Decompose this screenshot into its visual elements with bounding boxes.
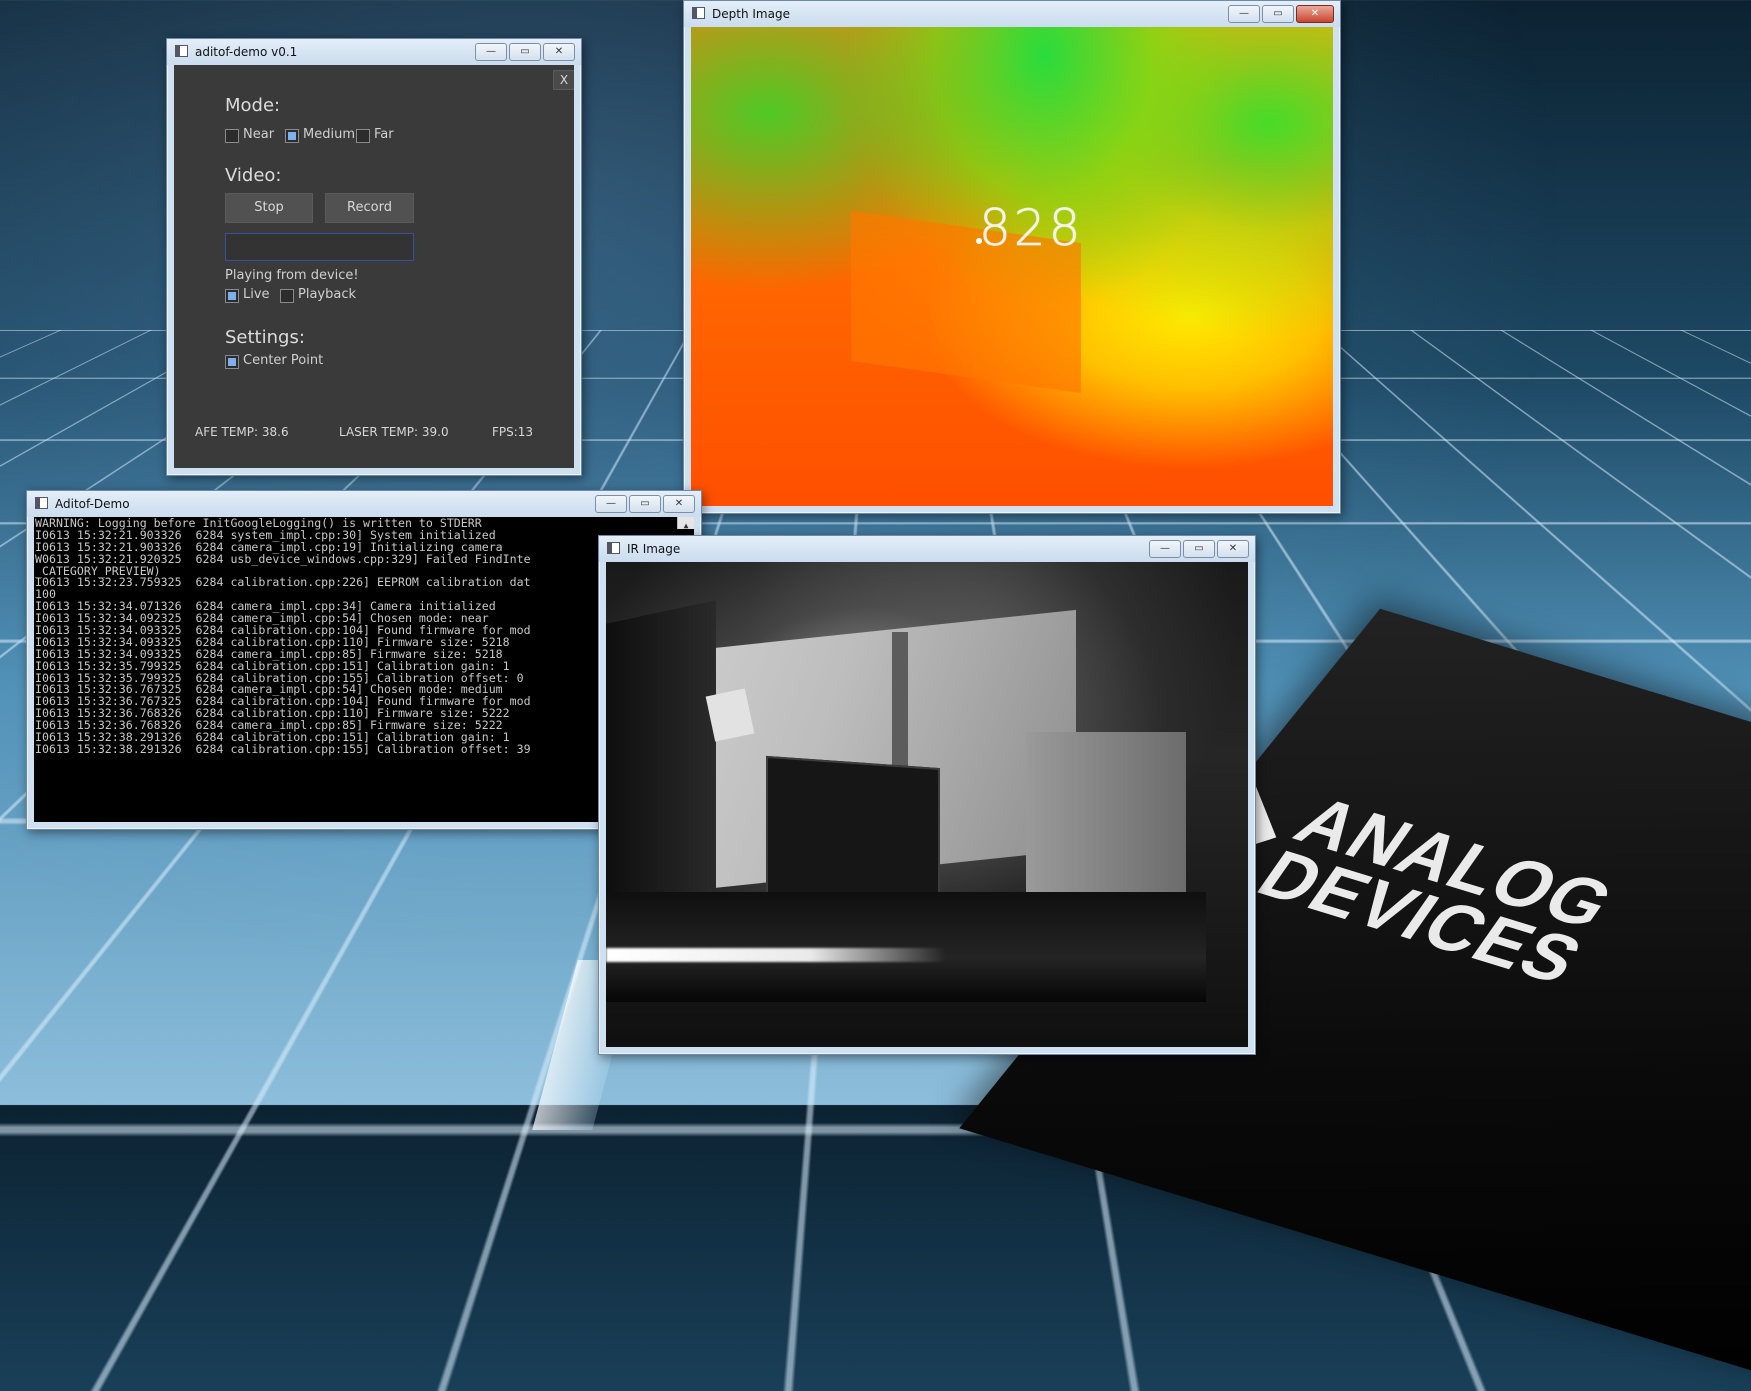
window-app-icon xyxy=(692,7,705,19)
depth-titlebar[interactable]: Depth Image — ▭ ✕ xyxy=(684,1,1340,27)
minimize-button[interactable]: — xyxy=(1228,5,1260,23)
ir-monitor-pole-shape xyxy=(892,632,908,782)
playback-label[interactable]: Playback xyxy=(298,287,356,302)
playback-status-text: Playing from device! xyxy=(225,268,359,283)
depth-window[interactable]: Depth Image — ▭ ✕ 828 xyxy=(683,0,1341,514)
console-output[interactable]: ▲ WARNING: Logging before InitGoogleLoggi… xyxy=(34,517,694,822)
fps-readout: FPS:13 xyxy=(492,425,534,439)
mode-medium-checkbox[interactable] xyxy=(285,129,299,143)
close-button[interactable]: ✕ xyxy=(1296,5,1334,23)
window-title: IR Image xyxy=(627,542,681,556)
window-title: Depth Image xyxy=(712,7,790,21)
mode-near-label[interactable]: Near xyxy=(243,127,274,142)
ir-desk-shape xyxy=(606,892,1206,1002)
record-button[interactable]: Record xyxy=(325,193,414,223)
console-line: I0613 15:32:23.759325 6284 calibration.c… xyxy=(35,575,531,590)
ir-window[interactable]: IR Image — ▭ ✕ xyxy=(598,535,1256,1055)
control-panel: X Mode: Near Medium Far Video: Stop Reco… xyxy=(174,65,574,468)
ir-left-partition-shape xyxy=(606,600,716,924)
center-point-label[interactable]: Center Point xyxy=(243,353,323,368)
maximize-button[interactable]: ▭ xyxy=(1262,5,1294,23)
control-window[interactable]: aditof-demo v0.1 — ▭ ✕ X Mode: Near Medi… xyxy=(166,38,582,476)
mode-medium-label[interactable]: Medium xyxy=(303,127,355,142)
afe-temp-readout: AFE TEMP: 38.6 xyxy=(195,425,289,439)
playback-checkbox[interactable] xyxy=(280,289,294,303)
maximize-button[interactable]: ▭ xyxy=(1183,540,1215,558)
panel-close-button[interactable]: X xyxy=(553,70,574,90)
close-button[interactable]: ✕ xyxy=(1217,540,1249,558)
window-app-icon xyxy=(35,497,48,509)
minimize-button[interactable]: — xyxy=(1149,540,1181,558)
mode-far-label[interactable]: Far xyxy=(374,127,394,142)
window-title: aditof-demo v0.1 xyxy=(195,45,298,59)
settings-heading: Settings: xyxy=(225,327,305,348)
mode-heading: Mode: xyxy=(225,95,281,116)
window-app-icon xyxy=(607,542,620,554)
mode-near-checkbox[interactable] xyxy=(225,129,239,143)
close-button[interactable]: ✕ xyxy=(663,495,695,513)
mode-far-checkbox[interactable] xyxy=(356,129,370,143)
live-checkbox[interactable] xyxy=(225,289,239,303)
maximize-button[interactable]: ▭ xyxy=(629,495,661,513)
video-heading: Video: xyxy=(225,165,282,186)
console-line: I0613 15:32:38.291326 6284 calibration.c… xyxy=(35,741,531,756)
live-label[interactable]: Live xyxy=(243,287,270,302)
depth-image-canvas: 828 xyxy=(691,27,1333,506)
console-titlebar[interactable]: Aditof-Demo — ▭ ✕ xyxy=(27,491,701,517)
minimize-button[interactable]: — xyxy=(475,43,507,61)
console-scroll-up-icon[interactable]: ▲ xyxy=(677,517,694,530)
ir-partition-shape xyxy=(1026,732,1186,902)
control-titlebar[interactable]: aditof-demo v0.1 — ▭ ✕ xyxy=(167,39,581,65)
filename-input[interactable] xyxy=(225,233,414,261)
close-button[interactable]: ✕ xyxy=(543,43,575,61)
window-app-icon xyxy=(175,45,188,57)
maximize-button[interactable]: ▭ xyxy=(509,43,541,61)
ir-titlebar[interactable]: IR Image — ▭ ✕ xyxy=(599,536,1255,562)
ir-image-canvas xyxy=(606,562,1248,1047)
center-depth-value: 828 xyxy=(978,199,1084,258)
minimize-button[interactable]: — xyxy=(595,495,627,513)
laser-temp-readout: LASER TEMP: 39.0 xyxy=(339,425,449,439)
center-point-checkbox[interactable] xyxy=(225,355,239,369)
ir-desk-edge-highlight xyxy=(606,948,946,962)
stop-button[interactable]: Stop xyxy=(225,193,313,223)
window-title: Aditof-Demo xyxy=(55,497,130,511)
